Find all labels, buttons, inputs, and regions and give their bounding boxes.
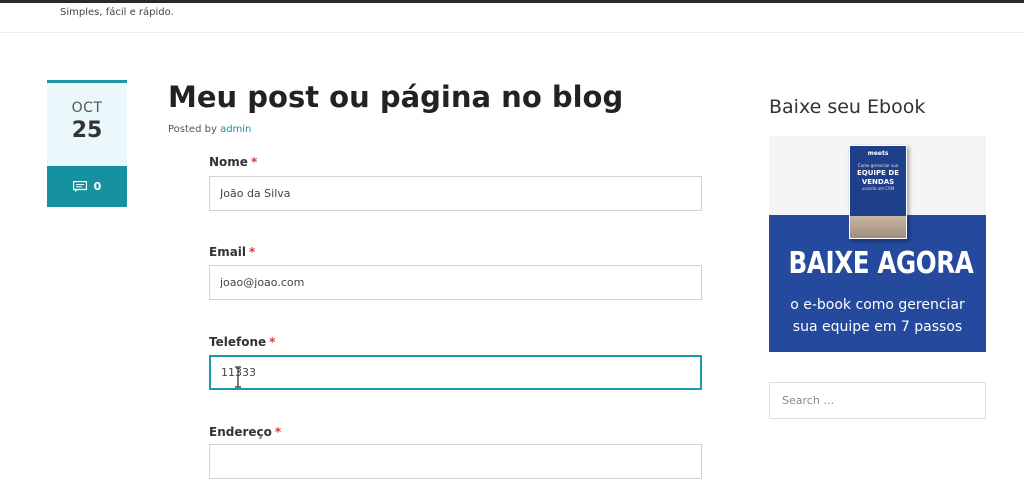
post-meta: Posted by admin xyxy=(168,124,251,135)
name-label-text: Nome xyxy=(209,155,248,169)
author-link[interactable]: admin xyxy=(220,124,251,135)
required-mark: * xyxy=(274,425,282,439)
address-field[interactable] xyxy=(209,444,702,479)
book-brand-logo: meets xyxy=(867,150,889,157)
comment-icon xyxy=(72,181,87,192)
ebook-banner[interactable]: meets Como gerenciar sua EQUIPE DE VENDA… xyxy=(769,136,986,352)
site-tagline: Simples, fácil e rápido. xyxy=(60,7,174,18)
required-mark: * xyxy=(250,155,258,169)
post-title: Meu post ou página no blog xyxy=(168,80,624,114)
search-input[interactable] xyxy=(769,382,986,419)
book-photo xyxy=(850,216,906,238)
text-cursor-icon xyxy=(235,366,241,388)
name-field[interactable] xyxy=(209,176,702,211)
email-label-text: Email xyxy=(209,245,247,259)
ebook-cover-image: meets Como gerenciar sua EQUIPE DE VENDA… xyxy=(849,145,907,239)
book-title-line1: EQUIPE DE xyxy=(857,169,899,177)
book-tagline: usando um CRM xyxy=(861,186,895,191)
ebook-widget-title: Baixe seu Ebook xyxy=(769,96,926,118)
phone-label: Telefone * xyxy=(209,335,275,349)
date-panel: OCT 25 xyxy=(47,80,127,166)
comments-link[interactable]: 0 xyxy=(47,166,127,207)
posted-by-label: Posted by xyxy=(168,124,217,135)
email-label: Email * xyxy=(209,245,255,259)
book-subtitle: Como gerenciar sua xyxy=(857,163,899,168)
required-mark: * xyxy=(249,245,256,259)
address-label-text: Endereço xyxy=(209,425,272,439)
post-date-box: OCT 25 0 xyxy=(47,80,127,207)
banner-headline: BAIXE AGORA xyxy=(788,246,974,281)
banner-text-line2: sua equipe em 7 passos xyxy=(792,319,963,335)
banner-text-line1: o e-book como gerenciar xyxy=(790,297,965,313)
name-label: Nome * xyxy=(209,155,257,169)
date-day: 25 xyxy=(71,118,103,143)
date-month: OCT xyxy=(71,100,103,116)
required-mark: * xyxy=(269,335,276,349)
address-label: Endereço * xyxy=(209,425,281,439)
top-bar xyxy=(0,0,1024,3)
comment-count: 0 xyxy=(93,180,102,193)
phone-label-text: Telefone xyxy=(209,335,267,349)
header-divider xyxy=(0,32,1024,33)
email-field[interactable] xyxy=(209,265,702,300)
phone-field[interactable] xyxy=(209,355,702,390)
book-title-line2: VENDAS xyxy=(861,178,895,186)
